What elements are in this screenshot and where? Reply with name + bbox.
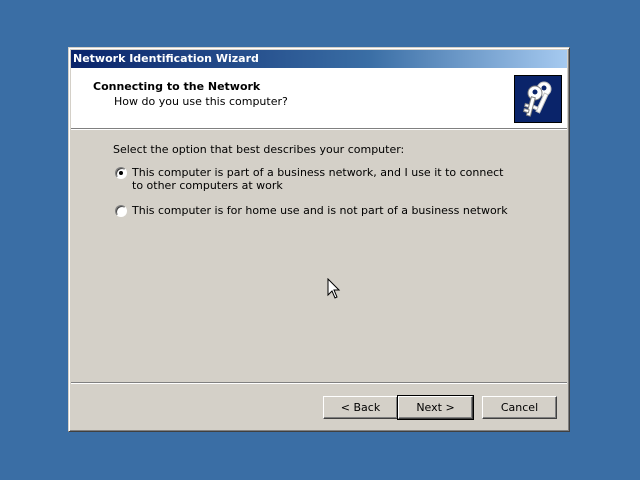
option-business-network-label[interactable]: This computer is part of a business netw… — [132, 166, 512, 192]
page-title: Connecting to the Network — [93, 80, 261, 93]
title-bar[interactable]: Network Identification Wizard — [71, 50, 567, 68]
window-title: Network Identification Wizard — [73, 52, 259, 65]
page-subtitle: How do you use this computer? — [114, 95, 288, 108]
radio-business-network[interactable] — [115, 167, 127, 179]
footer-divider — [71, 382, 567, 384]
header-divider — [71, 128, 567, 130]
desktop: Network Identification Wizard Connecting… — [0, 0, 640, 480]
option-home-use[interactable]: This computer is for home use and is not… — [115, 204, 512, 217]
cancel-button[interactable]: Cancel — [482, 396, 557, 419]
wizard-header: Connecting to the Network How do you use… — [71, 68, 567, 128]
back-button[interactable]: < Back — [323, 396, 398, 419]
next-button[interactable]: Next > — [397, 395, 474, 420]
wizard-window: Network Identification Wizard Connecting… — [68, 47, 570, 432]
keys-icon — [514, 75, 562, 123]
instruction-text: Select the option that best describes yo… — [113, 143, 405, 156]
option-business-network[interactable]: This computer is part of a business netw… — [115, 166, 512, 192]
mouse-pointer-icon — [327, 277, 341, 300]
option-home-use-label[interactable]: This computer is for home use and is not… — [132, 204, 512, 217]
radio-home-use[interactable] — [115, 205, 127, 217]
